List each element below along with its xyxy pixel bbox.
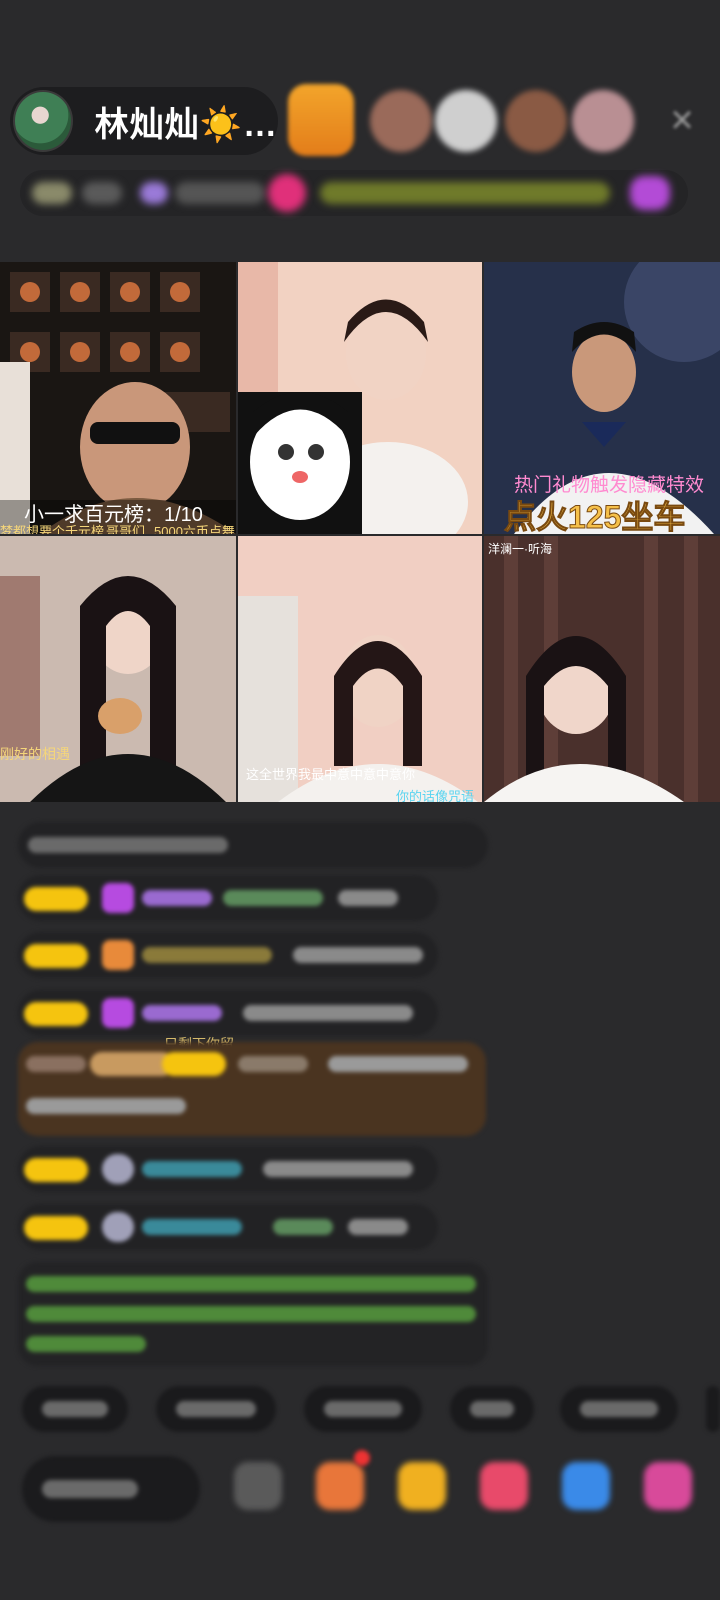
level-badge: [24, 1002, 88, 1026]
rank-icon: [140, 182, 168, 204]
guest-5-lyric-line2: 你的话像咒语: [396, 789, 475, 802]
gem-icon: [102, 998, 134, 1028]
level-badge: [24, 887, 88, 911]
chat-message[interactable]: [18, 932, 438, 978]
guest-6-song-title: 洋澜一·听海: [488, 542, 552, 556]
quick-chip-6[interactable]: [706, 1386, 720, 1432]
guest-2-scene: [238, 262, 482, 534]
quick-chip-2[interactable]: [156, 1386, 276, 1432]
chat-message-notice: [18, 1262, 488, 1366]
quick-chip-1[interactable]: [22, 1386, 128, 1432]
badge-bar[interactable]: [20, 170, 688, 216]
chat-message[interactable]: [18, 1146, 438, 1192]
chat-message-highlight[interactable]: [18, 1042, 486, 1136]
more-icon[interactable]: [644, 1462, 692, 1510]
guest-3-promo-line2: 点火125坐车: [503, 499, 686, 535]
gift-icon: [630, 176, 670, 210]
guest-video-5[interactable]: 这全世界我最中意中意中意你 你的话像咒语: [238, 536, 482, 802]
guest-1-scene: [0, 262, 236, 534]
chat-message[interactable]: [18, 1204, 438, 1250]
guest-video-1[interactable]: 小一求百元榜：1/10 梦都想要个千元榜 哥哥们 5000六币点舞: [0, 262, 236, 534]
guest-1-subtitle-mid: 哥哥们: [106, 524, 146, 534]
quick-chip-5[interactable]: [560, 1386, 678, 1432]
top-viewer-avatar-5[interactable]: [572, 90, 634, 152]
guest-5-scene: [238, 536, 482, 802]
chat-message[interactable]: [18, 990, 438, 1036]
chat-message[interactable]: [18, 875, 438, 921]
emoji-icon[interactable]: [234, 1462, 282, 1510]
host-name: 林灿灿☀️…: [94, 105, 278, 144]
guest-4-lyric: 刚好的相遇: [0, 746, 70, 762]
close-icon[interactable]: ×: [662, 100, 702, 140]
user-avatar: [102, 1212, 134, 1242]
guest-video-2[interactable]: [238, 262, 482, 534]
guest-1-subtitle-left: 梦都想要个千元榜: [0, 524, 105, 534]
level-badge: [162, 1052, 226, 1076]
top-viewer-avatar-1[interactable]: [288, 84, 354, 156]
guest-6-scene: [484, 536, 720, 802]
notification-dot: [354, 1450, 370, 1466]
shop-icon[interactable]: [316, 1462, 364, 1510]
user-avatar: [102, 1154, 134, 1184]
quick-chip-3[interactable]: [304, 1386, 422, 1432]
quick-chip-4[interactable]: [450, 1386, 534, 1432]
fan-icon: [102, 940, 134, 970]
gift-box-icon[interactable]: [398, 1462, 446, 1510]
hot-rank-text: [320, 182, 610, 204]
multi-guest-video-grid: 小一求百元榜：1/10 梦都想要个千元榜 哥哥们 5000六币点舞 热门礼物触发…: [0, 262, 720, 1052]
guest-video-6[interactable]: 洋澜一·听海: [484, 536, 720, 802]
rank-text: [175, 182, 265, 204]
level-badge: [24, 944, 88, 968]
comment-input[interactable]: [22, 1456, 200, 1522]
host-avatar[interactable]: [13, 90, 73, 152]
badge-icon: [32, 182, 72, 204]
host-info-pill[interactable]: 林灿灿☀️…: [10, 87, 278, 155]
guest-video-4[interactable]: 刚好的相遇: [0, 536, 236, 802]
guest-1-subtitle-right: 5000六币点舞: [154, 524, 235, 534]
guest-5-lyric-line1: 这全世界我最中意中意中意你: [246, 767, 416, 782]
level-badge: [24, 1216, 88, 1240]
guest-video-3[interactable]: 热门礼物触发隐藏特效 点火125坐车: [484, 262, 720, 534]
link-mic-icon[interactable]: [562, 1462, 610, 1510]
chat-message-system: [18, 822, 488, 868]
hot-icon: [268, 174, 306, 212]
top-viewer-avatar-4[interactable]: [505, 90, 567, 152]
level-badge: [24, 1158, 88, 1182]
game-icon[interactable]: [480, 1462, 528, 1510]
gem-icon: [102, 883, 134, 913]
badge-text: [82, 182, 122, 204]
top-viewer-avatar-3[interactable]: [435, 90, 497, 152]
top-viewer-avatar-2[interactable]: [370, 90, 432, 152]
